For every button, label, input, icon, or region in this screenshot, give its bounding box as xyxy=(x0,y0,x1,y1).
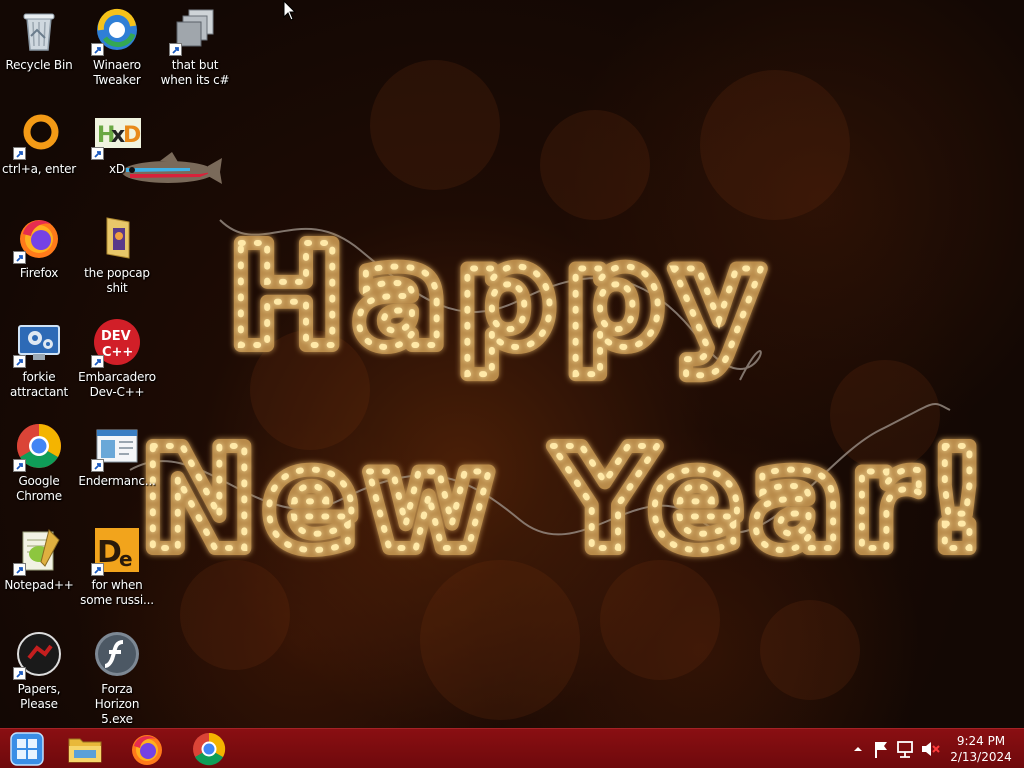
icon-label: the popcap shit xyxy=(84,266,150,295)
icon-label: forkie attractant xyxy=(9,370,69,399)
icon-label: Endermanc... xyxy=(78,474,156,488)
network-icon xyxy=(897,741,913,758)
desktop-icon-papers-please[interactable]: Papers, Please xyxy=(0,624,78,724)
tray-volume[interactable] xyxy=(918,729,942,769)
icon-label: Google Chrome xyxy=(16,474,62,503)
icon-label: Papers, Please xyxy=(17,682,61,711)
shortcut-arrow-icon xyxy=(13,251,26,264)
icon-label: Embarcadero Dev-C++ xyxy=(78,370,156,399)
icon-label: Recycle Bin xyxy=(5,58,73,72)
desktop-icon-forkie-attractant[interactable]: forkie attractant xyxy=(0,312,78,412)
shortcut-arrow-icon xyxy=(13,563,26,576)
show-hidden-icons-chevron xyxy=(854,747,862,751)
shortcut-arrow-icon xyxy=(91,459,104,472)
svg-text:C++: C++ xyxy=(102,345,133,360)
recycle-bin-icon xyxy=(15,6,63,54)
flash-icon xyxy=(93,630,141,678)
desktop-icon-devcpp[interactable]: DEV C++ Embarcadero Dev-C++ xyxy=(78,312,156,412)
desktop-icon-forza[interactable]: Forza Horizon 5.exe xyxy=(78,624,156,726)
svg-text:D: D xyxy=(123,123,141,148)
shortcut-arrow-icon xyxy=(91,147,104,160)
taskbar-chrome[interactable] xyxy=(184,731,234,767)
desktop-icon-for-when[interactable]: D e for when some russi... xyxy=(78,520,156,620)
svg-text:e: e xyxy=(119,547,133,571)
clock-time: 9:24 PM xyxy=(956,734,1006,748)
desktop-icon-xd[interactable]: H x D xD xyxy=(78,104,156,204)
icon-label: xD xyxy=(109,162,125,176)
icon-label: ctrl+a, enter xyxy=(1,162,77,176)
wallpaper-line-new-year-lights: New Year! xyxy=(140,419,995,582)
tray-network[interactable] xyxy=(894,729,916,769)
windows-stack-icon xyxy=(169,6,219,56)
show-hidden-icons-button[interactable] xyxy=(848,729,868,769)
icon-label: Firefox xyxy=(19,266,59,280)
shortcut-arrow-icon xyxy=(91,563,104,576)
taskbar-file-explorer[interactable] xyxy=(60,731,110,767)
wallpaper-line-happy-lights: Happy xyxy=(228,216,771,379)
shortcut-arrow-icon xyxy=(169,43,182,56)
firefox-icon xyxy=(13,214,63,264)
desktop-icon-endermanch[interactable]: Endermanc... xyxy=(78,416,156,516)
file-explorer-icon xyxy=(68,738,102,763)
taskbar-clock[interactable]: 9:24 PM 2/13/2024 xyxy=(946,733,1016,765)
desktop-icon-notepadpp[interactable]: Notepad++ xyxy=(0,520,78,620)
tray-action-center[interactable] xyxy=(870,729,892,769)
desktop-icon-google-chrome[interactable]: Google Chrome xyxy=(0,416,78,516)
papers-please-icon xyxy=(13,630,63,680)
notepadpp-icon xyxy=(13,526,63,576)
de-icon: D e xyxy=(91,526,141,576)
taskbar: 9:24 PM 2/13/2024 xyxy=(0,728,1024,768)
window-app-icon xyxy=(91,422,141,472)
shortcut-arrow-icon xyxy=(13,459,26,472)
shortcut-arrow-icon xyxy=(91,355,104,368)
desktop-icon-winaero-tweaker[interactable]: Winaero Tweaker xyxy=(78,0,156,100)
shortcut-arrow-icon xyxy=(91,43,104,56)
shortcut-arrow-icon xyxy=(13,667,26,680)
firefox-icon xyxy=(132,735,162,765)
shortcut-arrow-icon xyxy=(13,355,26,368)
icon-label: Winaero Tweaker xyxy=(93,58,141,87)
icon-label: that but when its c# xyxy=(160,58,230,87)
shortcut-arrow-icon xyxy=(13,147,26,160)
volume-muted-icon xyxy=(922,742,940,756)
desktop-icon-that-but-when[interactable]: that but when its c# xyxy=(156,0,234,100)
desktop-icon-recycle-bin[interactable]: Recycle Bin xyxy=(0,0,78,100)
orange-ring-icon xyxy=(13,110,63,160)
hxd-icon: H x D xyxy=(91,110,141,160)
monitor-gear-icon xyxy=(13,318,63,368)
action-center-flag-icon xyxy=(875,742,887,758)
icon-label: for when some russi... xyxy=(80,578,154,607)
taskbar-firefox[interactable] xyxy=(122,731,172,767)
desktop-icon-ctrl-a-enter[interactable]: ctrl+a, enter xyxy=(0,104,78,204)
desktop[interactable]: Happy Happy New Year! New Year! Recycle … xyxy=(0,0,1024,728)
devcpp-icon: DEV C++ xyxy=(91,318,141,368)
chrome-icon xyxy=(13,422,63,472)
icon-label: Notepad++ xyxy=(4,578,74,592)
windows-start-icon xyxy=(10,732,44,766)
chrome-icon xyxy=(193,732,226,766)
svg-text:DEV: DEV xyxy=(101,329,131,344)
desktop-icon-firefox[interactable]: Firefox xyxy=(0,208,78,308)
winaero-tweaker-icon xyxy=(91,6,141,56)
desktop-icon-popcap[interactable]: the popcap shit xyxy=(78,208,156,308)
clock-date: 2/13/2024 xyxy=(950,750,1012,764)
folder-icon xyxy=(93,214,141,262)
mouse-cursor-icon xyxy=(283,0,297,21)
start-button[interactable] xyxy=(2,731,52,767)
icon-label: Forza Horizon 5.exe xyxy=(94,682,140,726)
